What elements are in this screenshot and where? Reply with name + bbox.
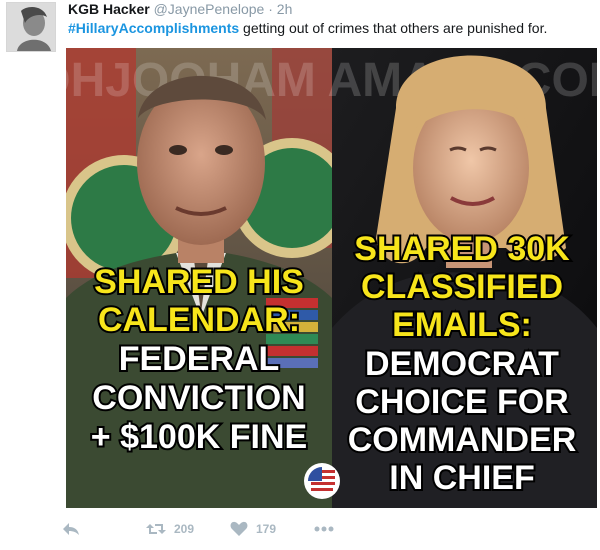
heart-icon [230, 521, 248, 536]
like-count: 179 [256, 522, 277, 536]
retweet-icon [146, 524, 166, 534]
left-headline-line-2: CALENDAR: [98, 301, 300, 339]
retweet-button[interactable]: 209 [146, 521, 194, 537]
tweet-header: KGB Hacker @JaynePenelope · 2h [68, 1, 292, 17]
right-body-line-3: COMMANDER [348, 421, 577, 459]
left-caption: SHARED HIS CALENDAR: FEDERAL CONVICTION … [89, 261, 309, 458]
right-body-line-1: DEMOCRAT [365, 345, 559, 383]
meme-image: OHJOOHAM AMADE.COM [66, 48, 597, 508]
like-button[interactable]: 179 [230, 521, 276, 537]
right-headline-line-3: EMAILS: [392, 306, 532, 344]
retweet-count: 209 [174, 522, 195, 536]
reply-icon [63, 523, 79, 535]
more-dots-icon [314, 526, 334, 532]
tweet-actions: 209 179 [62, 517, 334, 541]
left-body-line-2: CONVICTION [92, 379, 305, 417]
right-headline-line-1: SHARED 30K [354, 230, 570, 268]
time-separator: · [268, 1, 273, 17]
display-name[interactable]: KGB Hacker [68, 1, 150, 17]
avatar[interactable] [6, 2, 56, 52]
avatar-image [7, 3, 55, 51]
tweet-text: #HillaryAccomplishments getting out of c… [68, 20, 547, 36]
user-handle[interactable]: @JaynePenelope [154, 1, 265, 17]
more-options-button[interactable] [314, 526, 334, 532]
hashtag-link[interactable]: #HillaryAccomplishments [68, 20, 239, 36]
left-headline-line-1: SHARED HIS [94, 263, 304, 301]
right-headline-line-2: CLASSIFIED [361, 268, 563, 306]
tweet: KGB Hacker @JaynePenelope · 2h #HillaryA… [0, 0, 600, 550]
tweet-media-image[interactable]: OHJOOHAM AMADE.COM [66, 48, 597, 508]
flag-logo-icon [304, 463, 340, 499]
tweet-timestamp[interactable]: 2h [277, 1, 293, 17]
reply-button[interactable] [62, 521, 92, 537]
right-caption: SHARED 30K CLASSIFIED EMAILS: DEMOCRAT C… [346, 228, 579, 499]
right-body-line-2: CHOICE FOR [355, 383, 568, 421]
right-body-line-4: IN CHIEF [389, 459, 534, 497]
tweet-body-text: getting out of crimes that others are pu… [239, 20, 548, 36]
left-body-line-3: + $100K FINE [91, 418, 307, 456]
left-body-line-1: FEDERAL [119, 340, 280, 378]
